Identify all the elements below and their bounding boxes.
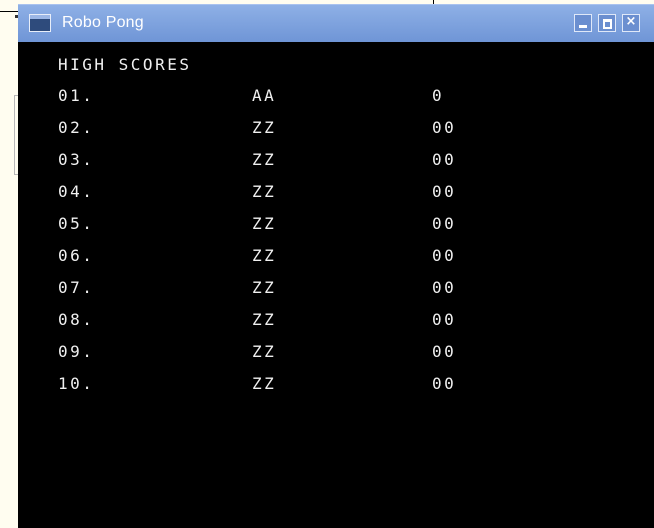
score-name: ZZ — [252, 118, 277, 137]
score-rank: 01. — [58, 86, 95, 105]
score-value: 00 — [432, 182, 457, 201]
score-name: ZZ — [252, 246, 277, 265]
score-row: 09. ZZ 00 — [18, 342, 654, 366]
score-row: 06. ZZ 00 — [18, 246, 654, 270]
score-row: 05. ZZ 00 — [18, 214, 654, 238]
score-name: ZZ — [252, 214, 277, 233]
score-rank: 03. — [58, 150, 95, 169]
score-rank: 02. — [58, 118, 95, 137]
score-row: 08. ZZ 00 — [18, 310, 654, 334]
score-row: 02. ZZ 00 — [18, 118, 654, 142]
window-app-icon[interactable] — [29, 14, 51, 32]
score-row: 03. ZZ 00 — [18, 150, 654, 174]
score-value: 00 — [432, 214, 457, 233]
minimize-button[interactable] — [574, 14, 592, 32]
score-rank: 10. — [58, 374, 95, 393]
robo-pong-window: Robo Pong × HIGH SCORES 01. AA 0 02. ZZ … — [18, 4, 654, 528]
high-scores-title: HIGH SCORES — [58, 55, 192, 74]
score-rank: 09. — [58, 342, 95, 361]
window-titlebar[interactable]: Robo Pong × — [18, 4, 654, 42]
score-rank: 08. — [58, 310, 95, 329]
score-name: ZZ — [252, 310, 277, 329]
score-value: 00 — [432, 374, 457, 393]
score-rank: 04. — [58, 182, 95, 201]
score-row: 10. ZZ 00 — [18, 374, 654, 398]
close-button[interactable]: × — [622, 14, 640, 32]
score-rank: 06. — [58, 246, 95, 265]
window-title: Robo Pong — [62, 14, 144, 31]
score-value: 00 — [432, 310, 457, 329]
score-name: ZZ — [252, 342, 277, 361]
score-row: 07. ZZ 00 — [18, 278, 654, 302]
maximize-button[interactable] — [598, 14, 616, 32]
score-value: 00 — [432, 278, 457, 297]
score-row: 01. AA 0 — [18, 86, 654, 110]
score-name: ZZ — [252, 182, 277, 201]
score-row: 04. ZZ 00 — [18, 182, 654, 206]
score-value: 00 — [432, 246, 457, 265]
score-rank: 07. — [58, 278, 95, 297]
score-name: ZZ — [252, 150, 277, 169]
close-icon: × — [625, 14, 637, 29]
score-name: ZZ — [252, 278, 277, 297]
score-value: 0 — [432, 86, 445, 105]
game-screen[interactable]: HIGH SCORES 01. AA 0 02. ZZ 00 03. ZZ 00… — [18, 42, 654, 528]
score-value: 00 — [432, 118, 457, 137]
score-rank: 05. — [58, 214, 95, 233]
score-value: 00 — [432, 150, 457, 169]
app-icon-bar — [30, 15, 50, 19]
score-name: AA — [252, 86, 277, 105]
score-name: ZZ — [252, 374, 277, 393]
score-value: 00 — [432, 342, 457, 361]
desktop-background — [0, 12, 18, 528]
